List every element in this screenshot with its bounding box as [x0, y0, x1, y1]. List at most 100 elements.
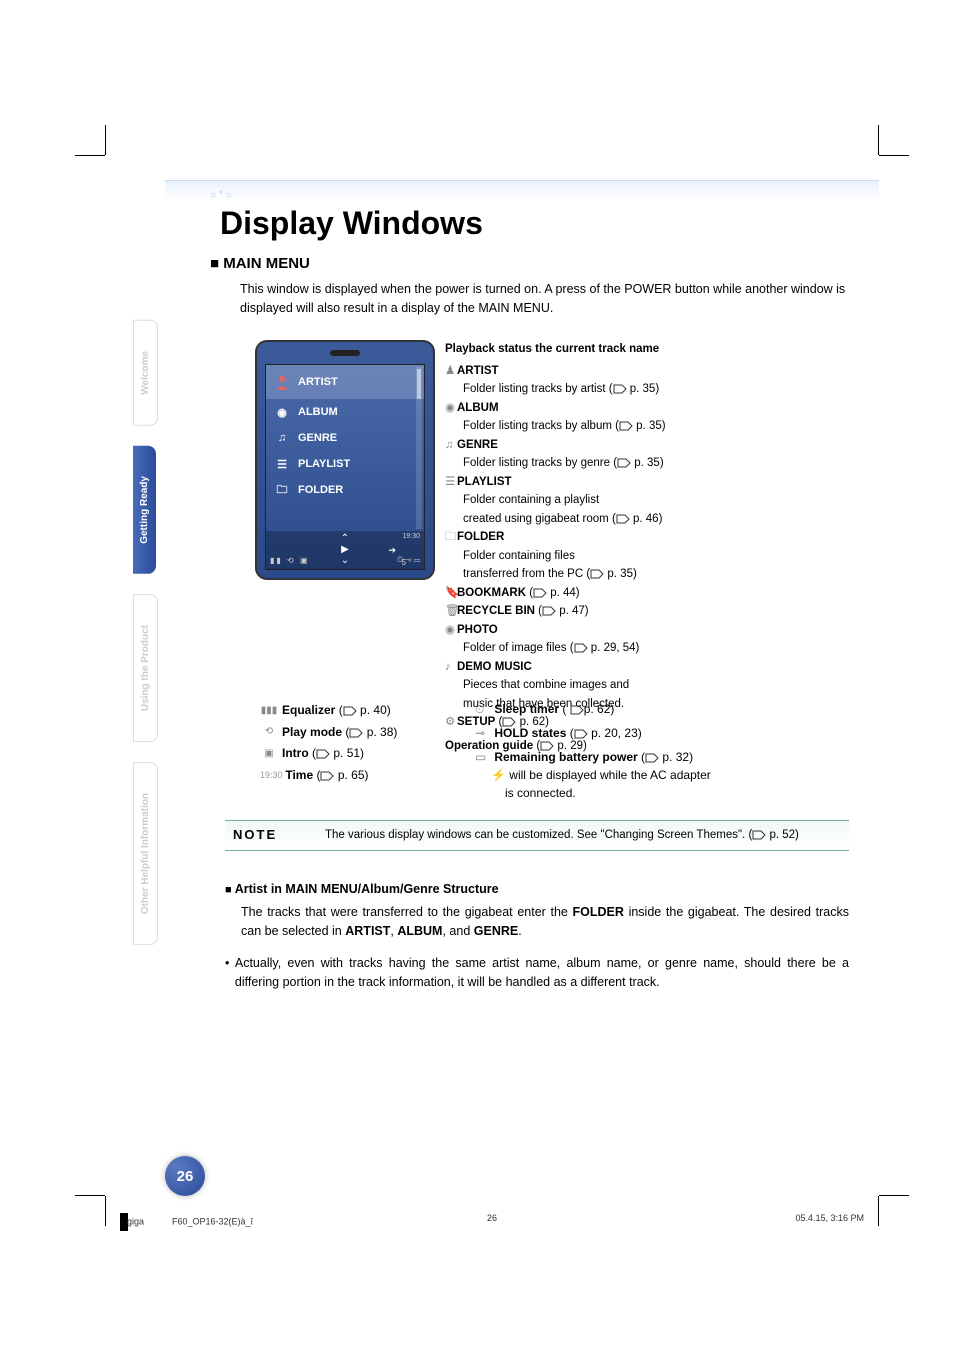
anno-intro: ▣Intro ( p. 51) [260, 743, 397, 765]
anno-playback-status: Playback status the current track name [445, 342, 849, 358]
tab-using-product: Using the Product [133, 594, 158, 742]
anno-battery: ▭ Remaining battery power ( p. 32) ⚡ wil… [475, 748, 849, 802]
menu-label-folder: FOLDER [298, 484, 343, 496]
anno-bookmark: 🔖BOOKMARK ( p. 44) [445, 586, 849, 602]
anno-hold: ⊸ HOLD states ( p. 20, 23) [475, 724, 849, 742]
device-time: 19:30 [402, 533, 420, 540]
album-icon: ◉ [445, 401, 457, 417]
anno-folder-desc1: Folder containing files [445, 549, 849, 565]
bullet-dot: • [225, 954, 235, 992]
scrollbar-thumb [417, 369, 421, 399]
anno-playmode: ⟲Play mode ( p. 38) [260, 722, 397, 744]
page-title: Display Windows [220, 205, 483, 242]
photo-icon: ◉ [445, 623, 457, 639]
page-ref-icon [349, 722, 363, 744]
demo-icon: ♪ [445, 660, 457, 676]
album-icon: ◉ [274, 404, 290, 420]
anno-playlist-desc1: Folder containing a playlist [445, 493, 849, 509]
anno-album-desc: Folder listing tracks by album ( p. 35) [445, 419, 849, 435]
intro-text: This window is displayed when the power … [240, 280, 849, 318]
nav-arrows: ⌃▶⌄ [341, 533, 349, 566]
anno-sleep: ⏲ Sleep timer ( p. 62) [475, 700, 849, 718]
genre-icon: ♫ [274, 430, 290, 446]
footer-right: 05.4.15, 3:16 PM [795, 1213, 864, 1231]
plug-icon: ⚡ [491, 768, 506, 782]
annotations: Playback status the current track name ♟… [445, 342, 849, 757]
anno-time: 19:30 Time ( p. 65) [260, 765, 397, 787]
folder-icon: 🗀 [274, 482, 290, 498]
menu-label-genre: GENRE [298, 432, 337, 444]
artist-icon: ♟ [445, 364, 457, 380]
header-gradient [165, 180, 879, 200]
lower-right-annotations: ⏲ Sleep timer ( p. 62) ⊸ HOLD states ( p… [475, 700, 849, 808]
footer-filename: gigaF60_OP16-32(E)à_î [120, 1213, 253, 1231]
device-bottombar: 19:30 ⌃▶⌄ ➔ ▮▮ ⟲ ▣ ⏲ ⊸ ▭ [266, 531, 424, 569]
hold-icon: ⊸ [475, 724, 491, 742]
lower-left-annotations: ▮▮▮Equalizer ( p. 40) ⟲Play mode ( p. 38… [260, 700, 397, 786]
scrollbar [416, 367, 422, 529]
bookmark-icon: 🔖 [445, 586, 457, 602]
time-sample: 19:30 [260, 767, 278, 783]
anno-playlist-desc2: created using gigabeat room ( p. 46) [445, 512, 849, 528]
anno-folder: 🗀FOLDER [445, 530, 849, 546]
footer-print-line: gigaF60_OP16-32(E)à_î 26 05.4.15, 3:16 P… [120, 1212, 864, 1231]
anno-photo-desc: Folder of image files ( p. 29, 54) [445, 641, 849, 657]
anno-equalizer: ▮▮▮Equalizer ( p. 40) [260, 700, 397, 722]
menu-item-folder: 🗀 FOLDER [266, 477, 424, 503]
page-ref-icon [533, 586, 547, 602]
setup-icon: ⚙ [445, 715, 457, 731]
genre-icon: ♫ [445, 438, 457, 454]
note-box: NOTE The various display windows can be … [225, 820, 849, 851]
menu-label-playlist: PLAYLIST [298, 458, 350, 470]
tab-welcome: Welcome [133, 320, 158, 426]
tab-other-info: Other Helpful Information [133, 762, 158, 945]
anno-demo-desc1: Pieces that combine images and [445, 678, 849, 694]
page-ref-icon [645, 748, 659, 766]
equalizer-icon: ▮▮▮ [260, 702, 278, 720]
status-icons-left: ▮▮ ⟲ ▣ [270, 556, 310, 565]
subsection-paragraph: The tracks that were transferred to the … [225, 903, 849, 941]
page-ref-icon [574, 724, 588, 742]
page-ref-icon [613, 382, 627, 398]
device-mockup: ARTIST 5 ◉ ALBUM ♫ GENRE ☰ PLAYLIST 🗀 FOLDER… [255, 340, 435, 580]
note-body: The various display windows can be custo… [325, 827, 849, 842]
page-ref-icon [542, 604, 556, 620]
artist-icon [274, 374, 290, 390]
subsection: Artist in MAIN MENU/Album/Genre Structur… [225, 880, 849, 992]
tab-getting-ready: Getting Ready [133, 446, 156, 574]
playlist-icon: ☰ [274, 456, 290, 472]
anno-folder-desc2: transferred from the PC ( p. 35) [445, 567, 849, 583]
side-tabs: Welcome Getting Ready Using the Product … [133, 320, 161, 965]
anno-demo: ♪DEMO MUSIC [445, 660, 849, 676]
page-ref-icon [320, 765, 334, 787]
intro-icon: ▣ [260, 745, 278, 763]
playmode-icon: ⟲ [260, 723, 278, 741]
sleep-icon: ⏲ [475, 700, 491, 718]
page-ref-icon [316, 743, 330, 765]
page-ref-icon [619, 419, 633, 435]
subsection-bullet: • Actually, even with tracks having the … [225, 954, 849, 992]
page-ref-icon [590, 567, 604, 583]
page-ref-icon [616, 512, 630, 528]
bullet-text: Actually, even with tracks having the sa… [235, 954, 849, 992]
header-decoration: ○ ° ○ [210, 190, 232, 201]
menu-item-genre: ♫ GENRE [266, 425, 424, 451]
menu-item-artist: ARTIST 5 [266, 365, 424, 399]
menu-item-album: ◉ ALBUM [266, 399, 424, 425]
anno-artist: ♟ARTIST [445, 364, 849, 380]
anno-genre: ♫GENRE [445, 438, 849, 454]
recycle-icon: 🗑 [445, 604, 457, 620]
page-ref-icon [574, 641, 588, 657]
page-ref-icon [343, 700, 357, 722]
folder-icon: 🗀 [445, 530, 457, 546]
menu-label-album: ALBUM [298, 406, 338, 418]
page-content: ○ ° ○ Welcome Getting Ready Using the Pr… [105, 140, 879, 1196]
menu-item-playlist: ☰ PLAYLIST [266, 451, 424, 477]
menu-label-artist: ARTIST [298, 376, 338, 388]
status-icons-right: ⏲ ⊸ ▭ [397, 555, 420, 565]
anno-artist-desc: Folder listing tracks by artist ( p. 35) [445, 382, 849, 398]
page-ref-icon [570, 700, 584, 718]
footer-center: 26 [487, 1213, 497, 1223]
anno-genre-desc: Folder listing tracks by genre ( p. 35) [445, 456, 849, 472]
page-number-badge: 26 [165, 1156, 205, 1196]
